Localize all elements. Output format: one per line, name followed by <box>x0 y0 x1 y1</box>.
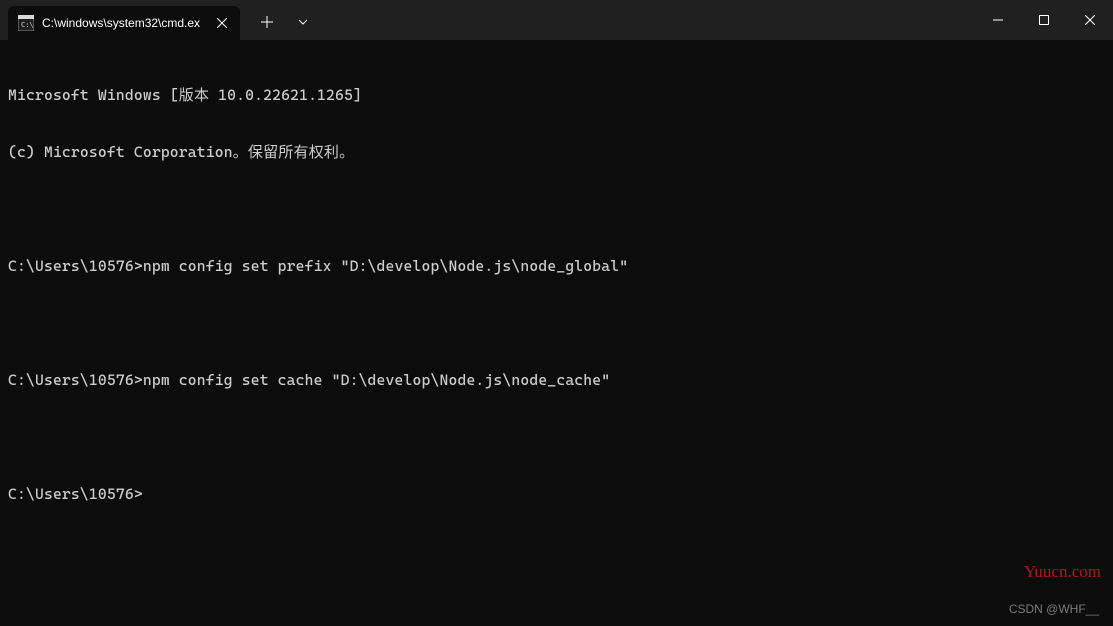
terminal-line <box>8 428 1105 447</box>
tab-title: C:\windows\system32\cmd.ex <box>42 16 206 30</box>
terminal-line: Microsoft Windows [版本 10.0.22621.1265] <box>8 86 1105 105</box>
minimize-button[interactable] <box>975 0 1021 40</box>
watermark-main: Yuucn.com <box>1024 562 1101 582</box>
titlebar: C:\ C:\windows\system32\cmd.ex <box>0 0 1113 40</box>
terminal-output[interactable]: Microsoft Windows [版本 10.0.22621.1265] (… <box>0 40 1113 531</box>
terminal-line <box>8 200 1105 219</box>
new-tab-button[interactable] <box>250 5 284 39</box>
terminal-line: C:\Users\10576> <box>8 485 1105 504</box>
titlebar-drag-area[interactable] <box>320 0 975 40</box>
tab-actions <box>240 0 320 40</box>
tab-dropdown-button[interactable] <box>286 5 320 39</box>
terminal-line: (c) Microsoft Corporation。保留所有权利。 <box>8 143 1105 162</box>
svg-text:C:\: C:\ <box>21 21 34 29</box>
tab-close-button[interactable] <box>214 15 230 31</box>
close-button[interactable] <box>1067 0 1113 40</box>
window-controls <box>975 0 1113 40</box>
terminal-line: C:\Users\10576>npm config set cache "D:\… <box>8 371 1105 390</box>
watermark-sub: CSDN @WHF__ <box>1009 602 1099 616</box>
terminal-line: C:\Users\10576>npm config set prefix "D:… <box>8 257 1105 276</box>
cmd-icon: C:\ <box>18 15 34 31</box>
tab-cmd[interactable]: C:\ C:\windows\system32\cmd.ex <box>8 6 240 40</box>
maximize-button[interactable] <box>1021 0 1067 40</box>
terminal-line <box>8 314 1105 333</box>
